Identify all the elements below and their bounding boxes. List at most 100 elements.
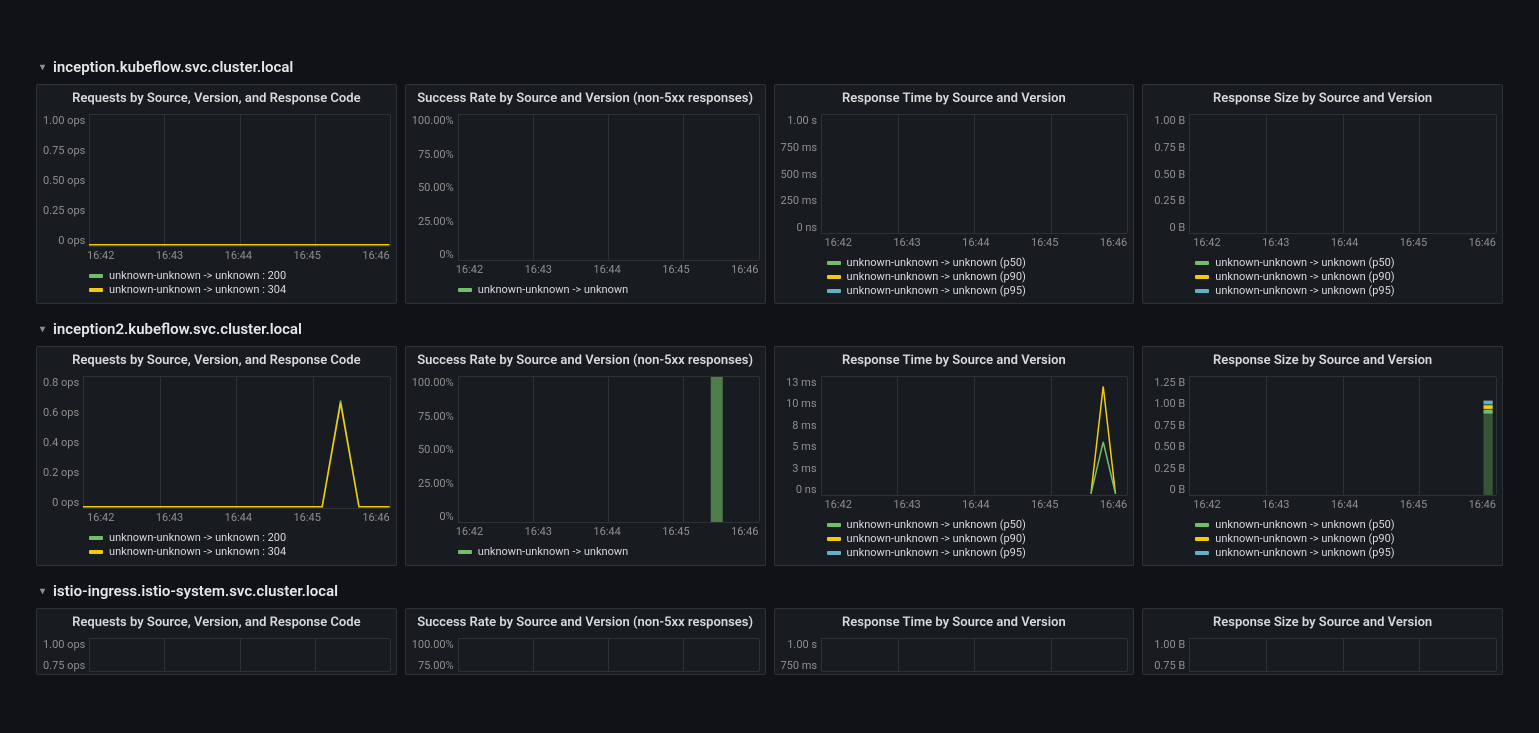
chart-body: 100.00%75.00% xyxy=(406,636,765,674)
row-header[interactable]: ▾inception2.kubeflow.svc.cluster.local xyxy=(0,312,1539,346)
chart-body: 13 ms10 ms8 ms5 ms3 ms0 ns16:4216:4316:4… xyxy=(775,374,1134,513)
legend-swatch xyxy=(827,537,841,541)
legend-item[interactable]: unknown-unknown -> unknown (p95) xyxy=(781,546,1128,559)
legend-label: unknown-unknown -> unknown xyxy=(478,283,629,296)
legend-item[interactable]: unknown-unknown -> unknown (p50) xyxy=(1149,256,1496,269)
legend-swatch xyxy=(1195,523,1209,527)
legend-item[interactable]: unknown-unknown -> unknown xyxy=(412,545,759,558)
chevron-down-icon: ▾ xyxy=(40,62,45,73)
legend-swatch xyxy=(827,275,841,279)
chart-grid xyxy=(89,114,389,247)
panel-title: Response Size by Source and Version xyxy=(1143,347,1502,374)
x-axis: 16:4216:4316:4416:4516:46 xyxy=(781,234,1128,249)
legend-label: unknown-unknown -> unknown (p90) xyxy=(847,532,1026,545)
legend-swatch xyxy=(89,550,103,554)
legend-swatch xyxy=(458,550,472,554)
legend-item[interactable]: unknown-unknown -> unknown : 200 xyxy=(43,531,390,544)
legend-item[interactable]: unknown-unknown -> unknown (p90) xyxy=(781,270,1128,283)
panel-title: Success Rate by Source and Version (non-… xyxy=(406,85,765,112)
chart-panel[interactable]: Response Size by Source and Version1.00 … xyxy=(1142,84,1503,304)
chart-panel[interactable]: Response Size by Source and Version1.25 … xyxy=(1142,346,1503,566)
chart-grid xyxy=(1189,376,1496,496)
chart-panel[interactable]: Requests by Source, Version, and Respons… xyxy=(36,84,397,304)
chart-grid xyxy=(458,638,759,672)
chart-body: 1.00 ops0.75 ops xyxy=(37,636,396,674)
legend-item[interactable]: unknown-unknown -> unknown : 304 xyxy=(43,283,390,296)
chart-grid xyxy=(458,114,759,261)
legend-label: unknown-unknown -> unknown (p95) xyxy=(1215,546,1394,559)
row-header[interactable]: ▾istio-ingress.istio-system.svc.cluster.… xyxy=(0,574,1539,608)
x-axis: 16:4216:4316:4416:4516:46 xyxy=(1149,234,1496,249)
legend-item[interactable]: unknown-unknown -> unknown (p90) xyxy=(781,532,1128,545)
legend-label: unknown-unknown -> unknown (p95) xyxy=(1215,284,1394,297)
legend-item[interactable]: unknown-unknown -> unknown (p50) xyxy=(781,518,1128,531)
legend-label: unknown-unknown -> unknown (p95) xyxy=(847,546,1026,559)
legend-swatch xyxy=(1195,551,1209,555)
row-title: istio-ingress.istio-system.svc.cluster.l… xyxy=(53,582,338,600)
legend: unknown-unknown -> unknown xyxy=(406,540,765,565)
chart-panel[interactable]: Success Rate by Source and Version (non-… xyxy=(405,84,766,304)
legend-swatch xyxy=(1195,289,1209,293)
legend-item[interactable]: unknown-unknown -> unknown (p95) xyxy=(781,284,1128,297)
row-header[interactable]: ▾ inception.kubeflow.svc.cluster.local xyxy=(0,50,1539,84)
legend: unknown-unknown -> unknown xyxy=(406,278,765,303)
legend: unknown-unknown -> unknown : 200unknown-… xyxy=(37,264,396,303)
panel-title: Requests by Source, Version, and Respons… xyxy=(37,347,396,374)
panel-row: Requests by Source, Version, and Respons… xyxy=(0,84,1539,312)
chart-grid xyxy=(821,638,1127,672)
chart-grid xyxy=(83,376,390,509)
panel-row: Requests by Source, Version, and Respons… xyxy=(0,608,1539,683)
legend: unknown-unknown -> unknown : 200unknown-… xyxy=(37,526,396,565)
panel-title: Response Time by Source and Version xyxy=(775,85,1134,112)
chart-grid xyxy=(1189,638,1496,672)
chart-body: 1.00 s750 ms500 ms250 ms0 ns16:4216:4316… xyxy=(775,112,1134,251)
y-axis: 13 ms10 ms8 ms5 ms3 ms0 ns xyxy=(781,376,821,496)
legend: unknown-unknown -> unknown (p50)unknown-… xyxy=(775,513,1134,565)
legend-item[interactable]: unknown-unknown -> unknown : 200 xyxy=(43,269,390,282)
chart-panel[interactable]: Success Rate by Source and Version (non-… xyxy=(405,346,766,566)
legend-label: unknown-unknown -> unknown (p50) xyxy=(1215,518,1394,531)
panel-title: Response Size by Source and Version xyxy=(1143,609,1502,636)
panel-title: Requests by Source, Version, and Respons… xyxy=(37,85,396,112)
chart-grid xyxy=(89,638,389,672)
chart-body: 100.00%75.00%50.00%25.00%0%16:4216:4316:… xyxy=(406,374,765,540)
chevron-down-icon: ▾ xyxy=(40,324,45,335)
chart-panel[interactable]: Success Rate by Source and Version (non-… xyxy=(405,608,766,675)
chart-panel[interactable]: Response Time by Source and Version1.00 … xyxy=(774,608,1135,675)
legend-item[interactable]: unknown-unknown -> unknown (p95) xyxy=(1149,284,1496,297)
legend-item[interactable]: unknown-unknown -> unknown (p95) xyxy=(1149,546,1496,559)
legend-label: unknown-unknown -> unknown xyxy=(478,545,629,558)
chart-body: 0.8 ops0.6 ops0.4 ops0.2 ops0 ops16:4216… xyxy=(37,374,396,526)
chart-panel[interactable]: Requests by Source, Version, and Respons… xyxy=(36,608,397,675)
legend: unknown-unknown -> unknown (p50)unknown-… xyxy=(775,251,1134,303)
legend-item[interactable]: unknown-unknown -> unknown (p90) xyxy=(1149,532,1496,545)
legend: unknown-unknown -> unknown (p50)unknown-… xyxy=(1143,251,1502,303)
chart-panel[interactable]: Response Size by Source and Version1.00 … xyxy=(1142,608,1503,675)
legend-item[interactable]: unknown-unknown -> unknown : 304 xyxy=(43,545,390,558)
chart-body: 1.00 s750 ms xyxy=(775,636,1134,674)
x-axis: 16:4216:4316:4416:4516:46 xyxy=(1149,496,1496,511)
legend-item[interactable]: unknown-unknown -> unknown (p50) xyxy=(781,256,1128,269)
legend-swatch xyxy=(1195,275,1209,279)
panel-title: Success Rate by Source and Version (non-… xyxy=(406,609,765,636)
legend-swatch xyxy=(89,288,103,292)
chart-body: 1.00 ops0.75 ops0.50 ops0.25 ops0 ops16:… xyxy=(37,112,396,264)
y-axis: 1.00 ops0.75 ops xyxy=(43,638,89,672)
legend-swatch xyxy=(458,288,472,292)
legend-label: unknown-unknown -> unknown (p95) xyxy=(847,284,1026,297)
chart-grid xyxy=(821,114,1127,234)
legend-swatch xyxy=(1195,537,1209,541)
y-axis: 1.00 s750 ms500 ms250 ms0 ns xyxy=(781,114,822,234)
legend-item[interactable]: unknown-unknown -> unknown (p50) xyxy=(1149,518,1496,531)
legend-swatch xyxy=(827,551,841,555)
chart-panel[interactable]: Response Time by Source and Version13 ms… xyxy=(774,346,1135,566)
chart-panel[interactable]: Requests by Source, Version, and Respons… xyxy=(36,346,397,566)
chart-body: 1.00 B0.75 B0.50 B0.25 B0 B16:4216:4316:… xyxy=(1143,112,1502,251)
chart-panel[interactable]: Response Time by Source and Version1.00 … xyxy=(774,84,1135,304)
y-axis: 100.00%75.00% xyxy=(412,638,458,672)
x-axis: 16:4216:4316:4416:4516:46 xyxy=(43,509,390,524)
legend-item[interactable]: unknown-unknown -> unknown (p90) xyxy=(1149,270,1496,283)
row-title: inception.kubeflow.svc.cluster.local xyxy=(53,58,293,76)
legend: unknown-unknown -> unknown (p50)unknown-… xyxy=(1143,513,1502,565)
legend-item[interactable]: unknown-unknown -> unknown xyxy=(412,283,759,296)
